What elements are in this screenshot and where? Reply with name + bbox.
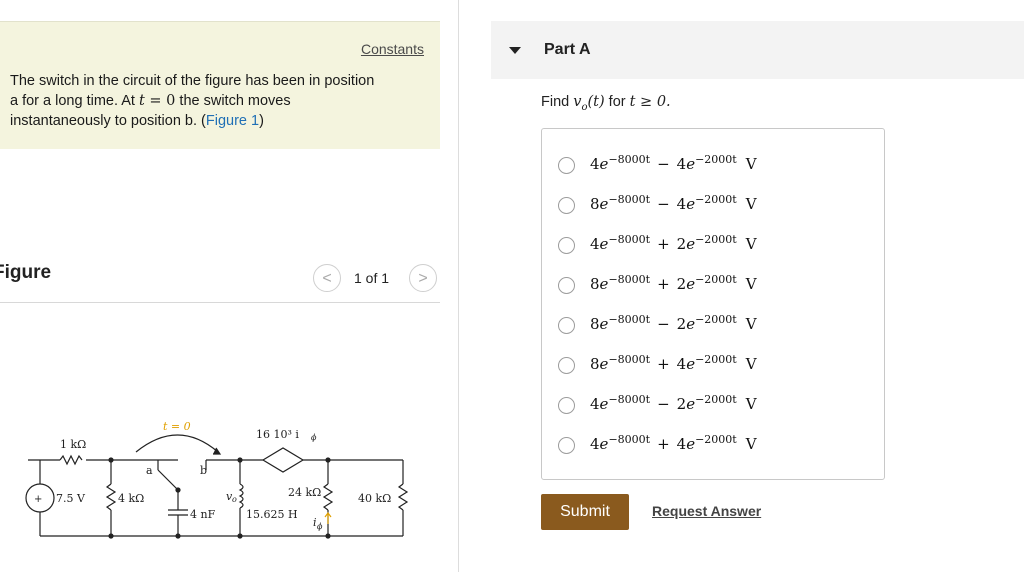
problem-line-2-post: the switch moves [175, 93, 291, 109]
label-r3: 24 kΩ [288, 486, 321, 499]
resistor-4k [105, 483, 117, 511]
problem-line-1: The switch in the circuit of the figure … [10, 73, 375, 89]
option-expression: 4e−8000t +2e−2000t V [590, 233, 757, 253]
option-expression: 4e−8000t +4e−2000t V [590, 433, 757, 453]
panel-divider [458, 0, 459, 572]
switch-arm [157, 469, 179, 491]
collapse-caret-icon[interactable] [509, 47, 521, 54]
inductor-icon [238, 483, 244, 509]
answer-option-2[interactable]: 8e−8000t −4e−2000t V [558, 189, 878, 219]
figure-title: Figure [0, 262, 52, 283]
answer-option-1[interactable]: 4e−8000t −4e−2000t V [558, 149, 878, 179]
resistor-40k [397, 483, 409, 511]
problem-line-2-pre: a for a long time. At [10, 93, 139, 109]
answer-option-4[interactable]: 8e−8000t +2e−2000t V [558, 269, 878, 299]
answer-options: 4e−8000t −4e−2000t V 8e−8000t −4e−2000t V 4e… [541, 128, 885, 480]
time-value: = 0 [144, 93, 176, 109]
circuit-diagram: 1 kΩ + 7.5 V 4 kΩ t = 0 a b 4 nF v o 16 … [25, 420, 409, 539]
resistor-24k [322, 483, 334, 511]
figure-header: Figure < 1 of 1 > [0, 262, 440, 303]
radio-button[interactable] [558, 157, 575, 174]
answer-option-3[interactable]: 4e−8000t +2e−2000t V [558, 229, 878, 259]
label-dep-sub: ϕ [311, 433, 317, 442]
label-dep-source: 16 10³ i [256, 428, 299, 441]
problem-line-3-pre: instantaneously to position b. ( [10, 113, 206, 129]
radio-button[interactable] [558, 317, 575, 334]
constants-link[interactable]: Constants [361, 41, 424, 57]
label-switch-time: t = 0 [163, 420, 191, 433]
next-figure-button[interactable]: > [409, 264, 437, 292]
question-pre: Find [541, 94, 574, 110]
request-answer-link[interactable]: Request Answer [652, 503, 761, 519]
figure-link[interactable]: Figure 1 [206, 113, 259, 129]
radio-button[interactable] [558, 197, 575, 214]
part-a-header[interactable]: Part A [491, 21, 1024, 79]
option-expression: 4e−8000t −2e−2000t V [590, 393, 757, 413]
answer-option-8[interactable]: 4e−8000t +4e−2000t V [558, 429, 878, 459]
label-r4: 40 kΩ [358, 492, 391, 505]
label-pos-b: b [200, 464, 207, 477]
option-expression: 8e−8000t +4e−2000t V [590, 353, 757, 373]
option-expression: 4e−8000t −4e−2000t V [590, 153, 757, 173]
label-iphi-sub: ϕ [317, 522, 323, 531]
previous-figure-button[interactable]: < [313, 264, 341, 292]
submit-button[interactable]: Submit [541, 494, 629, 530]
option-expression: 8e−8000t −4e−2000t V [590, 193, 757, 213]
problem-text: The switch in the circuit of the figure … [10, 71, 430, 131]
question-text: Find vo(t) for t ≥ 0. [541, 94, 671, 113]
radio-button[interactable] [558, 357, 575, 374]
problem-line-3-post: ) [259, 113, 264, 129]
answer-option-7[interactable]: 4e−8000t −2e−2000t V [558, 389, 878, 419]
label-source: 7.5 V [56, 492, 86, 505]
label-vo-sub: o [232, 495, 237, 504]
question-mid: for [604, 94, 630, 110]
option-expression: 8e−8000t +2e−2000t V [590, 273, 757, 293]
dependent-source-icon [261, 447, 305, 473]
label-pos-a: a [146, 464, 153, 477]
problem-statement: Constants The switch in the circuit of t… [0, 21, 440, 149]
question-arg: (t) [587, 94, 605, 110]
label-inductor: 15.625 H [246, 508, 298, 521]
part-title: Part A [544, 41, 591, 58]
source-plus: + [34, 494, 42, 505]
label-iphi: i [313, 516, 317, 529]
radio-button[interactable] [558, 237, 575, 254]
figure-page-count: 1 of 1 [354, 270, 390, 286]
label-r1: 1 kΩ [60, 438, 86, 451]
label-cap: 4 nF [190, 508, 216, 521]
resistor-1k [59, 454, 83, 466]
radio-button[interactable] [558, 277, 575, 294]
label-r2: 4 kΩ [118, 492, 144, 505]
answer-option-5[interactable]: 8e−8000t −2e−2000t V [558, 309, 878, 339]
question-cond: t ≥ 0. [629, 94, 671, 110]
answer-option-6[interactable]: 8e−8000t +4e−2000t V [558, 349, 878, 379]
radio-button[interactable] [558, 397, 575, 414]
option-expression: 8e−8000t −2e−2000t V [590, 313, 757, 333]
capacitor-4nf [168, 509, 188, 516]
radio-button[interactable] [558, 437, 575, 454]
